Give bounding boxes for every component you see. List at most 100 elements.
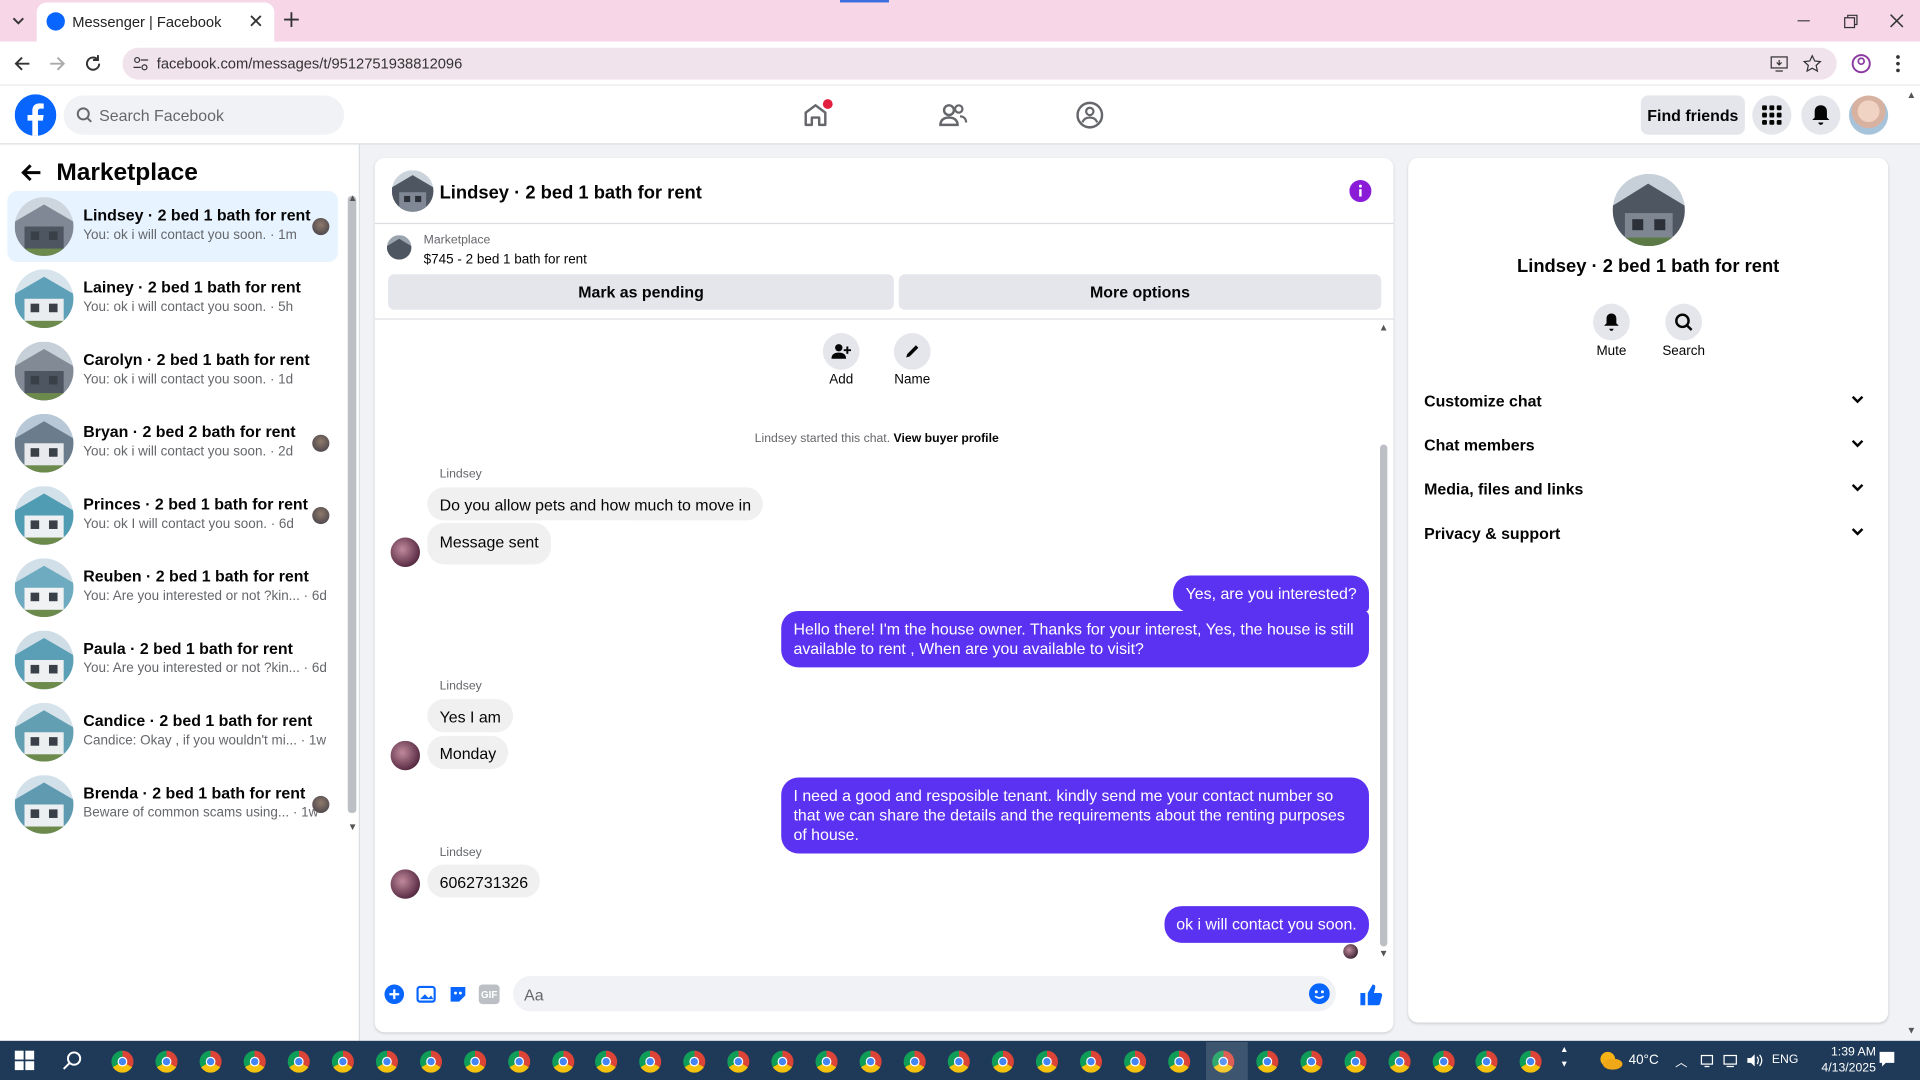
bookmark-star-icon[interactable] bbox=[1802, 54, 1822, 74]
sticker-icon[interactable] bbox=[448, 984, 468, 1004]
chrome-taskbar-icon[interactable] bbox=[1035, 1050, 1058, 1073]
conversation-item[interactable]: Bryan · 2 bed 2 bath for rent You: ok i w… bbox=[7, 408, 338, 479]
media-files-links-section[interactable]: Media, files and links bbox=[1424, 480, 1872, 498]
close-tab-icon[interactable] bbox=[247, 12, 264, 29]
conversation-item[interactable]: Princes · 2 bed 1 bath for rent You: ok I… bbox=[7, 480, 338, 551]
contact-avatar[interactable] bbox=[1612, 173, 1685, 247]
menu-dots-icon[interactable] bbox=[1887, 53, 1909, 75]
site-info-icon[interactable] bbox=[132, 55, 149, 72]
chat-scroll-up-icon[interactable]: ▲ bbox=[1379, 322, 1389, 333]
chat-info-icon[interactable] bbox=[1349, 180, 1372, 203]
contact-name[interactable]: Lindsey · 2 bed 1 bath for rent bbox=[1408, 256, 1888, 277]
gif-icon[interactable]: GIF bbox=[478, 984, 500, 1005]
chat-members-section[interactable]: Chat members bbox=[1424, 436, 1872, 454]
incoming-message[interactable]: Do you allow pets and how much to move i… bbox=[427, 487, 764, 521]
chrome-taskbar-icon[interactable] bbox=[551, 1050, 574, 1073]
conversation-item[interactable]: Brenda · 2 bed 1 bath for rent Beware of … bbox=[7, 769, 338, 840]
listing-thumbnail[interactable] bbox=[386, 235, 412, 260]
conversation-item[interactable]: Carolyn · 2 bed 1 bath for rent You: ok i… bbox=[7, 336, 338, 407]
page-scroll-up-icon[interactable]: ▲ bbox=[1907, 89, 1917, 100]
like-thumb-icon[interactable] bbox=[1359, 982, 1383, 1006]
facebook-logo-icon[interactable] bbox=[14, 94, 57, 136]
weather-temperature[interactable]: 40°C bbox=[1629, 1053, 1659, 1068]
search-in-conversation-button[interactable] bbox=[1665, 303, 1703, 341]
conversation-item[interactable]: Lainey · 2 bed 1 bath for rent You: ok i … bbox=[7, 263, 338, 334]
menu-grid-icon[interactable] bbox=[1752, 95, 1792, 135]
find-friends-button[interactable]: Find friends bbox=[1640, 95, 1745, 135]
volume-icon[interactable] bbox=[1746, 1053, 1763, 1068]
incoming-message[interactable]: Monday bbox=[427, 735, 509, 769]
conversation-item[interactable]: Paula · 2 bed 1 bath for rent You: Are yo… bbox=[7, 624, 338, 695]
chrome-taskbar-icon[interactable] bbox=[287, 1050, 310, 1073]
chrome-taskbar-icon[interactable] bbox=[507, 1050, 530, 1073]
chrome-taskbar-icon[interactable] bbox=[859, 1050, 882, 1073]
show-hidden-icons-icon[interactable]: ︿ bbox=[1675, 1052, 1687, 1070]
conversation-item[interactable]: Reuben · 2 bed 1 bath for rent You: Are y… bbox=[7, 552, 338, 623]
facebook-search-input[interactable]: Search Facebook bbox=[63, 95, 345, 135]
scroll-up-arrow-icon[interactable]: ▲ bbox=[348, 192, 358, 203]
chrome-taskbar-icon[interactable] bbox=[1432, 1050, 1455, 1073]
chrome-taskbar-icon[interactable] bbox=[419, 1050, 442, 1073]
taskbar-search-icon[interactable] bbox=[62, 1051, 82, 1071]
browser-tab[interactable]: Messenger | Facebook bbox=[36, 2, 275, 42]
conversation-item[interactable]: Candice · 2 bed 1 bath for rent Candice: … bbox=[7, 697, 338, 768]
notifications-bell-icon[interactable] bbox=[1801, 95, 1841, 135]
chrome-taskbar-icon[interactable] bbox=[1255, 1050, 1278, 1073]
more-options-button[interactable]: More options bbox=[898, 274, 1382, 310]
minimize-icon[interactable] bbox=[1794, 11, 1814, 31]
reload-icon[interactable] bbox=[82, 53, 104, 75]
chrome-taskbar-icon[interactable] bbox=[1123, 1050, 1146, 1073]
chrome-taskbar-icon[interactable] bbox=[463, 1050, 486, 1073]
scroll-down-arrow-icon[interactable]: ▼ bbox=[348, 822, 358, 833]
outgoing-message[interactable]: ok i will contact you soon. bbox=[1163, 906, 1369, 943]
account-avatar[interactable] bbox=[1848, 95, 1889, 135]
page-scroll-down-icon[interactable]: ▼ bbox=[1907, 1025, 1917, 1036]
privacy-support-section[interactable]: Privacy & support bbox=[1424, 524, 1872, 542]
tab-search-icon[interactable] bbox=[7, 10, 29, 32]
chat-title[interactable]: Lindsey · 2 bed 1 bath for rent bbox=[440, 182, 702, 203]
chrome-taskbar-icon[interactable] bbox=[1388, 1050, 1411, 1073]
outgoing-message[interactable]: I need a good and resposible tenant. kin… bbox=[781, 777, 1369, 854]
chrome-taskbar-icon[interactable] bbox=[1167, 1050, 1190, 1073]
view-buyer-profile-link[interactable]: View buyer profile bbox=[894, 432, 999, 445]
chrome-taskbar-icon[interactable] bbox=[947, 1050, 970, 1073]
chrome-taskbar-icon[interactable] bbox=[903, 1050, 926, 1073]
sender-avatar[interactable] bbox=[390, 869, 421, 899]
photo-icon[interactable] bbox=[416, 984, 436, 1004]
back-arrow-icon[interactable] bbox=[17, 159, 44, 186]
profile-icon[interactable] bbox=[1850, 53, 1872, 75]
omnibox[interactable]: facebook.com/messages/t/9512751938812096 bbox=[122, 47, 1837, 80]
conversation-item[interactable]: Lindsey · 2 bed 1 bath for rent You: ok i… bbox=[7, 191, 338, 263]
chrome-taskbar-icon[interactable] bbox=[375, 1050, 398, 1073]
chrome-taskbar-icon[interactable] bbox=[991, 1050, 1014, 1073]
friends-nav-icon[interactable] bbox=[928, 91, 977, 140]
chrome-taskbar-icon[interactable] bbox=[1343, 1050, 1367, 1073]
restore-icon[interactable] bbox=[1840, 11, 1860, 31]
sender-avatar[interactable] bbox=[390, 740, 421, 771]
mark-as-pending-button[interactable]: Mark as pending bbox=[388, 274, 894, 310]
customize-chat-section[interactable]: Customize chat bbox=[1424, 392, 1872, 410]
chrome-taskbar-icon[interactable] bbox=[199, 1050, 222, 1073]
edit-name-button[interactable] bbox=[893, 333, 931, 370]
forward-icon[interactable] bbox=[47, 53, 69, 75]
outgoing-message[interactable]: Hello there! I'm the house owner. Thanks… bbox=[781, 611, 1369, 668]
chrome-taskbar-icon[interactable] bbox=[111, 1050, 134, 1073]
back-icon[interactable] bbox=[11, 53, 33, 75]
clock[interactable]: 1:39 AM 4/13/2025 bbox=[1812, 1044, 1875, 1076]
chrome-taskbar-icon[interactable] bbox=[243, 1050, 266, 1073]
listing-title[interactable]: $745 - 2 bed 1 bath for rent bbox=[424, 252, 587, 267]
incoming-message[interactable]: Yes I am bbox=[427, 699, 514, 733]
message-input[interactable]: Aa bbox=[513, 975, 1336, 1012]
windows-start-icon[interactable] bbox=[14, 1050, 35, 1071]
chat-avatar[interactable] bbox=[391, 170, 434, 212]
groups-nav-icon[interactable] bbox=[1065, 91, 1114, 140]
incoming-message[interactable]: Message sent bbox=[427, 522, 551, 565]
chat-scroll-down-icon[interactable]: ▼ bbox=[1379, 948, 1389, 959]
sender-avatar[interactable] bbox=[390, 537, 421, 567]
language-indicator[interactable]: ENG bbox=[1772, 1053, 1799, 1066]
install-app-icon[interactable] bbox=[1769, 54, 1789, 74]
new-tab-icon[interactable] bbox=[282, 10, 302, 30]
home-nav-icon[interactable] bbox=[791, 91, 840, 140]
sidebar-scrollbar[interactable] bbox=[347, 195, 357, 814]
display-icon[interactable] bbox=[1700, 1053, 1715, 1068]
